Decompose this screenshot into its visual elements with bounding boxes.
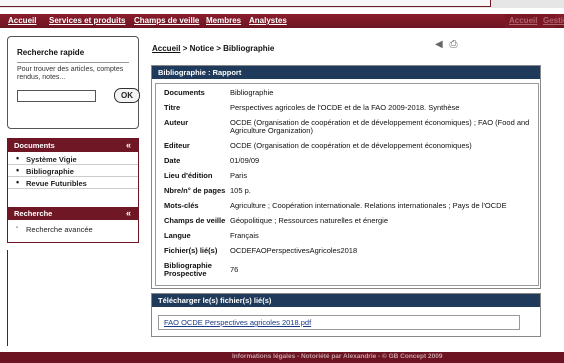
ok-button[interactable]: OK (114, 88, 140, 103)
bullet-icon: • (16, 177, 20, 187)
sidebar-border (7, 250, 8, 346)
report-panel: Bibliographie : Rapport Documents Biblio… (151, 65, 541, 289)
field-label: Auteur (164, 118, 189, 127)
square-bullet-icon: ▫ (16, 225, 19, 231)
bullet-icon: • (16, 153, 20, 163)
nav-services-produits[interactable]: Services et produits (49, 16, 125, 25)
footer: Informations légales - Notoriété par Ale… (0, 352, 564, 363)
quick-search-title: Recherche rapide (17, 48, 85, 57)
breadcrumb: Accueil > Notice > Bibliographie (152, 44, 274, 53)
field-value: 01/09/09 (230, 156, 260, 165)
menu-item-bibliographie[interactable]: • Bibliographie (8, 165, 138, 177)
nav-membres[interactable]: Membres (206, 16, 241, 25)
download-header: Télécharger le(s) fichier(s) lié(s) (152, 294, 540, 307)
download-title: Télécharger le(s) fichier(s) lié(s) (158, 296, 272, 305)
nav-analystes[interactable]: Analystes (249, 16, 287, 25)
field-value: Agriculture ; Coopération internationale… (230, 201, 507, 210)
documents-header[interactable]: Documents « (8, 139, 138, 152)
top-navigation-bar: Accueil Services et produits Champs de v… (0, 14, 564, 28)
breadcrumb-home-link[interactable]: Accueil (152, 44, 180, 53)
quick-search-description: Pour trouver des articles, comptes rendu… (17, 66, 124, 81)
field-label: Fichier(s) lié(s) (164, 246, 218, 255)
field-value: OCDEFAOPerspectivesAgricoles2018 (230, 246, 358, 255)
nav-accueil[interactable]: Accueil (8, 16, 36, 25)
field-label: Champs de veille (164, 216, 226, 225)
breadcrumb-path: > Notice > Bibliographie (180, 44, 275, 53)
field-value: OCDE (Organisation de coopération et de … (230, 118, 530, 135)
download-file-box: FAO OCDE Perspectives agricoles 2018.pdf (158, 315, 520, 330)
field-value: Bibliographie (230, 88, 274, 97)
page-actions: ◀ ⎙ (435, 39, 461, 50)
footer-text[interactable]: Informations légales - Notoriété par Ale… (232, 353, 442, 360)
report-body: Documents Bibliographie Titre Perspectiv… (155, 83, 539, 286)
menu-item-revue-futuribles[interactable]: • Revue Futuribles (8, 177, 138, 189)
field-value: Paris (230, 171, 248, 180)
report-title: Bibliographie : Rapport (158, 68, 242, 77)
field-label: Documents (164, 88, 205, 97)
field-value: 105 p. (230, 186, 251, 195)
field-label: Nbre/n° de pages (164, 186, 226, 195)
nav-right-accueil[interactable]: Accueil (509, 16, 537, 25)
field-label: Date (164, 156, 181, 165)
menu-item-recherche-avancee[interactable]: ▫ Recherche avancée (8, 223, 138, 234)
report-header: Bibliographie : Rapport (152, 66, 540, 79)
field-value: Français (230, 231, 259, 240)
bullet-icon: • (16, 165, 20, 175)
top-panel (0, 0, 491, 7)
quick-search-divider (17, 62, 129, 63)
recherche-header-label: Recherche (14, 209, 53, 218)
field-label: Titre (164, 103, 181, 112)
quick-search-input[interactable] (17, 90, 96, 102)
print-icon[interactable]: ⎙ (449, 39, 457, 50)
field-label: Lieu d'édition (164, 171, 213, 180)
documents-header-label: Documents (14, 141, 55, 150)
field-label: Editeur (164, 141, 190, 150)
documents-menu: Documents « • Système Vigie • Bibliograp… (7, 138, 139, 243)
nav-right-gestion[interactable]: Gestion (543, 16, 564, 25)
collapse-chevron-icon[interactable]: « (126, 208, 131, 218)
recherche-header[interactable]: Recherche « (8, 207, 138, 220)
field-value: Géopolitique ; Ressources naturelles et … (230, 216, 389, 225)
menu-item-systeme-vigie[interactable]: • Système Vigie (8, 153, 138, 165)
field-label: Mots-clés (164, 201, 199, 210)
field-label: Bibliographie Prospective (164, 261, 212, 278)
field-value: 76 (230, 265, 239, 274)
download-file-link[interactable]: FAO OCDE Perspectives agricoles 2018.pdf (164, 318, 311, 327)
download-panel: Télécharger le(s) fichier(s) lié(s) FAO … (151, 293, 541, 337)
quick-search-panel: Recherche rapide Pour trouver des articl… (7, 36, 140, 129)
field-value: OCDE (Organisation de coopération et de … (230, 141, 472, 150)
field-value: Perspectives agricoles de l'OCDE et de l… (230, 103, 460, 112)
field-label: Langue (164, 231, 191, 240)
collapse-chevron-icon[interactable]: « (126, 140, 131, 150)
nav-champs-veille[interactable]: Champs de veille (134, 16, 199, 25)
back-arrow-icon[interactable]: ◀ (435, 39, 443, 50)
